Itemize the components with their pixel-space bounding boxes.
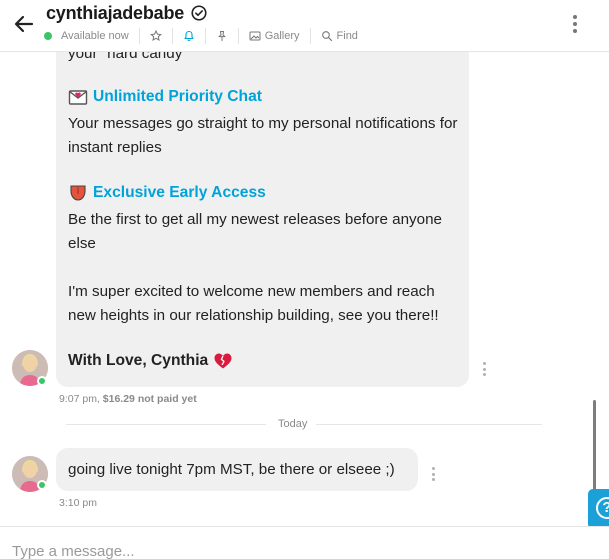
date-divider-label: Today	[278, 418, 308, 430]
message-heading-text: Unlimited Priority Chat	[93, 88, 262, 105]
star-icon	[149, 30, 162, 41]
bell-icon	[184, 30, 194, 42]
message-heading: Exclusive Early Access	[68, 184, 266, 202]
broken-heart-emoji	[214, 353, 232, 369]
signoff-text: With Love, Cynthia	[68, 352, 209, 369]
online-status-dot	[37, 376, 47, 386]
header-action-bar: Available now Gallery Find	[44, 27, 358, 45]
online-status: Available now	[44, 27, 129, 45]
online-status-dot	[44, 32, 52, 40]
gallery-button[interactable]: Gallery	[249, 27, 300, 45]
image-icon	[249, 31, 261, 41]
message-composer	[0, 526, 609, 559]
message-bubble[interactable]: your "hard candy" Unlimited Priority Cha…	[56, 52, 469, 387]
message-text: Be the first to get all my newest releas…	[68, 211, 442, 252]
divider	[171, 28, 173, 44]
chat-header: cynthiajadebabe Available now Gallery Fi…	[0, 0, 609, 52]
divider	[237, 28, 239, 44]
favorite-button[interactable]	[149, 27, 162, 45]
message-heading-text: Exclusive Early Access	[93, 184, 266, 201]
message-time: 9:07 pm,	[59, 393, 100, 405]
tongue-emoji	[70, 185, 86, 201]
help-circle-icon: ?	[596, 497, 609, 519]
message-text: your "hard candy"	[68, 52, 188, 62]
find-button[interactable]: Find	[321, 27, 358, 45]
love-letter-emoji	[68, 90, 88, 105]
divider	[204, 28, 206, 44]
message-signoff: With Love, Cynthia	[68, 352, 233, 370]
message-meta: 3:10 pm	[59, 497, 97, 509]
search-icon	[321, 31, 332, 42]
message-text: I'm super excited to welcome new members…	[68, 283, 439, 324]
pin-button[interactable]	[216, 27, 228, 45]
find-label: Find	[336, 30, 358, 42]
back-button[interactable]	[12, 10, 36, 38]
arrow-left-icon	[14, 15, 34, 33]
message-options-icon[interactable]	[483, 362, 487, 376]
online-status-dot	[37, 480, 47, 490]
message-time: 3:10 pm	[59, 497, 97, 509]
gallery-label: Gallery	[264, 30, 300, 42]
chat-username[interactable]: cynthiajadebabe	[46, 3, 184, 24]
help-button[interactable]: ?	[588, 489, 609, 526]
message-meta: 9:07 pm, $16.29 not paid yet	[59, 393, 197, 405]
message-price: $16.29 not paid yet	[102, 393, 197, 405]
message-bubble[interactable]: going live tonight 7pm MST, be there or …	[56, 448, 418, 491]
more-vertical-icon[interactable]	[568, 12, 582, 36]
divider	[138, 28, 140, 44]
online-status-label: Available now	[61, 30, 129, 42]
message-text: going live tonight 7pm MST, be there or …	[68, 461, 395, 478]
message-heading: Unlimited Priority Chat	[68, 88, 262, 106]
message-list[interactable]: your "hard candy" Unlimited Priority Cha…	[0, 52, 609, 526]
divider	[309, 28, 311, 44]
message-input[interactable]	[0, 539, 580, 559]
pin-icon	[218, 31, 226, 41]
verified-check-icon	[191, 5, 207, 21]
notifications-button[interactable]	[183, 27, 195, 45]
message-text: Your messages go straight to my personal…	[68, 115, 458, 156]
message-options-icon[interactable]	[432, 467, 436, 481]
